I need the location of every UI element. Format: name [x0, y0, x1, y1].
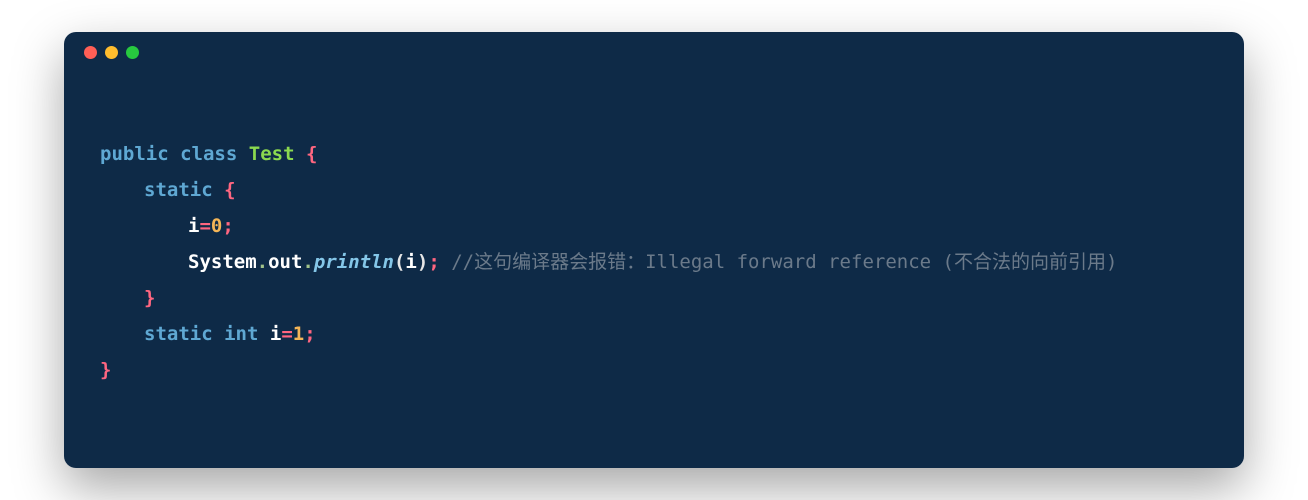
number-literal: 0: [211, 215, 222, 237]
code-line: static int i=1;: [100, 323, 316, 345]
code-line: }: [100, 287, 155, 309]
identifier: i: [188, 215, 199, 237]
code-block: public class Test { static { i=0; System…: [64, 72, 1244, 468]
code-line: System.out.println(i); //这句编译器会报错：Illega…: [100, 251, 1117, 273]
dot-separator: .: [302, 251, 313, 273]
brace-open: {: [306, 143, 317, 165]
equals: =: [281, 323, 292, 345]
identifier: out: [268, 251, 302, 273]
window-titlebar: [64, 32, 1244, 72]
minimize-icon[interactable]: [105, 46, 118, 59]
brace-close: }: [100, 359, 111, 381]
close-icon[interactable]: [84, 46, 97, 59]
keyword-int: int: [224, 323, 258, 345]
keyword-static: static: [144, 179, 213, 201]
keyword-class: class: [180, 143, 237, 165]
identifier: System: [188, 251, 257, 273]
paren-open: (: [394, 251, 405, 273]
number-literal: 1: [293, 323, 304, 345]
code-window: public class Test { static { i=0; System…: [64, 32, 1244, 468]
code-line: }: [100, 359, 111, 381]
code-line: i=0;: [100, 215, 234, 237]
maximize-icon[interactable]: [126, 46, 139, 59]
semicolon: ;: [222, 215, 233, 237]
paren-close: ): [417, 251, 428, 273]
equals: =: [199, 215, 210, 237]
dot-separator: .: [257, 251, 268, 273]
keyword-public: public: [100, 143, 169, 165]
keyword-static: static: [144, 323, 213, 345]
identifier: i: [270, 323, 281, 345]
method-name: println: [314, 251, 394, 273]
comment: //这句编译器会报错：Illegal forward reference (不合…: [451, 251, 1117, 273]
brace-open: {: [224, 179, 235, 201]
semicolon: ;: [304, 323, 315, 345]
brace-close: }: [144, 287, 155, 309]
identifier: i: [405, 251, 416, 273]
class-name: Test: [249, 143, 295, 165]
semicolon: ;: [428, 251, 439, 273]
code-line: static {: [100, 179, 236, 201]
code-line: public class Test {: [100, 143, 317, 165]
